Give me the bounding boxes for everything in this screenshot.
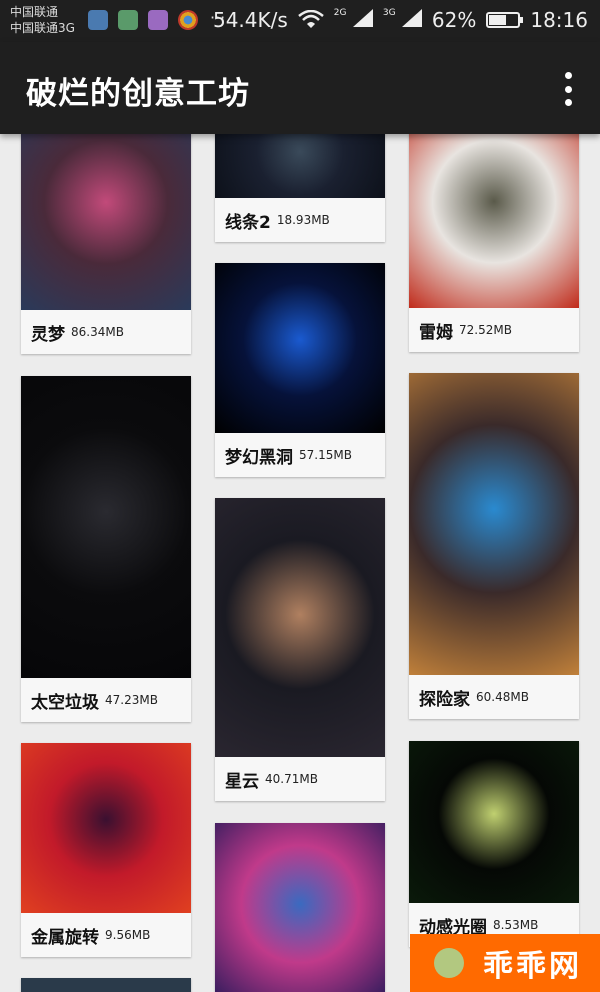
more-vert-icon[interactable] xyxy=(562,72,574,106)
signal-icon xyxy=(401,9,422,27)
wallpaper-size: 86.34MB xyxy=(71,325,124,339)
watermark-logo-icon xyxy=(434,948,464,978)
wallpaper-size: 47.23MB xyxy=(105,693,158,707)
wallpaper-thumbnail[interactable] xyxy=(21,978,191,992)
wallpaper-name: 雷姆 xyxy=(419,322,453,343)
signal-icon xyxy=(352,9,373,27)
notification-icons xyxy=(88,10,198,30)
wallpaper-size: 57.15MB xyxy=(299,448,352,462)
battery-fill xyxy=(489,15,507,25)
wallpaper-name: 星云 xyxy=(225,771,259,792)
weather-icon xyxy=(88,10,108,30)
wallpaper-name: 探险家 xyxy=(419,689,470,710)
wallpaper-card[interactable]: 梦幻黑洞 57.15MB xyxy=(215,263,385,477)
site-watermark: 乖乖网 xyxy=(410,934,600,992)
wallpaper-thumbnail[interactable] xyxy=(21,134,191,310)
chrome-icon xyxy=(178,10,198,30)
wallpaper-card[interactable]: 雷姆 72.52MB xyxy=(409,134,579,352)
status-bar: 中国联通 中国联通3G ··· 54.4K/s 2G 3G 62% 18:16 xyxy=(0,0,600,42)
carrier-label: 中国联通3G xyxy=(10,21,75,35)
wallpaper-thumbnail[interactable] xyxy=(21,743,191,913)
message-icon xyxy=(118,10,138,30)
network-type-2g: 2G xyxy=(333,8,347,18)
wallpaper-name: 金属旋转 xyxy=(31,927,99,948)
wallpaper-card[interactable]: 灵梦 86.34MB xyxy=(21,134,191,354)
clock: 18:16 xyxy=(530,8,588,32)
wallpaper-thumbnail[interactable] xyxy=(21,376,191,678)
wifi-icon xyxy=(297,10,324,28)
wallpaper-card[interactable]: 金属旋转 9.56MB xyxy=(21,743,191,957)
watermark-text: 乖乖网 xyxy=(483,949,582,984)
wallpaper-name: 线条2 xyxy=(225,212,271,233)
wallpaper-size: 9.56MB xyxy=(105,928,151,942)
wallpaper-card[interactable]: 探险家 60.48MB xyxy=(409,373,579,719)
network-speed: 54.4K/s xyxy=(212,8,288,32)
wallpaper-size: 60.48MB xyxy=(476,690,529,704)
wallpaper-thumbnail[interactable] xyxy=(215,823,385,992)
wallpaper-thumbnail[interactable] xyxy=(215,498,385,757)
carrier-label: 中国联通 xyxy=(10,5,59,19)
app-bar: 破烂的创意工坊 xyxy=(0,42,600,134)
wallpaper-card[interactable] xyxy=(21,978,191,992)
wallpaper-thumbnail[interactable] xyxy=(215,134,385,198)
wallpaper-card[interactable]: 动感光圈 8.53MB xyxy=(409,741,579,947)
wallpaper-size: 18.93MB xyxy=(276,213,330,227)
gallery-icon xyxy=(148,10,168,30)
wallpaper-size: 40.71MB xyxy=(265,772,318,786)
wallpaper-card[interactable] xyxy=(215,823,385,992)
wallpaper-card[interactable]: 星云 40.71MB xyxy=(215,498,385,801)
network-type-3g: 3G xyxy=(382,8,396,18)
wallpaper-card[interactable]: 线条2 18.93MB xyxy=(215,134,385,242)
page-title: 破烂的创意工坊 xyxy=(26,76,250,112)
wallpaper-thumbnail[interactable] xyxy=(409,741,579,903)
wallpaper-card[interactable]: 太空垃圾 47.23MB xyxy=(21,376,191,722)
wallpaper-name: 太空垃圾 xyxy=(31,692,99,713)
wallpaper-grid[interactable]: 灵梦 86.34MB 太空垃圾 47.23MB 金属旋转 9.56MB 线条2 18.9… xyxy=(0,134,600,992)
battery-icon xyxy=(486,12,524,28)
wallpaper-thumbnail[interactable] xyxy=(409,134,579,308)
wallpaper-name: 梦幻黑洞 xyxy=(225,447,293,468)
wallpaper-thumbnail[interactable] xyxy=(215,263,385,433)
wallpaper-thumbnail[interactable] xyxy=(409,373,579,675)
battery-percent: 62% xyxy=(431,8,477,32)
wallpaper-size: 72.52MB xyxy=(459,323,512,337)
wallpaper-name: 灵梦 xyxy=(31,324,65,345)
carrier-info: 中国联通 中国联通3G xyxy=(10,4,75,36)
wallpaper-size: 8.53MB xyxy=(493,918,539,932)
